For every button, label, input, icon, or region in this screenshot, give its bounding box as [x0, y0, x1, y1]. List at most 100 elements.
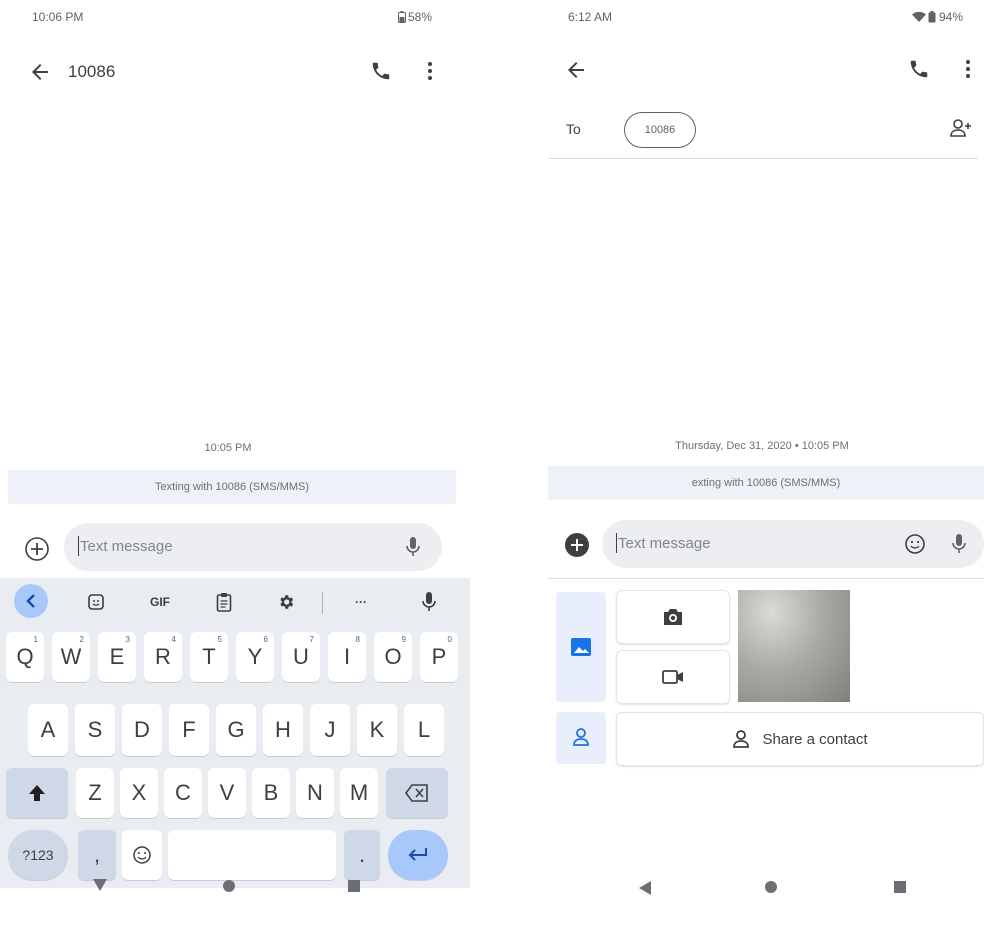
backspace-icon: [405, 784, 429, 802]
shift-key[interactable]: [6, 768, 68, 818]
key-t[interactable]: T5: [190, 632, 228, 682]
nav-recents-icon[interactable]: [894, 881, 906, 893]
message-timestamp: 10:05 PM: [204, 442, 252, 454]
microphone-icon: [422, 591, 436, 613]
key-u[interactable]: U7: [282, 632, 320, 682]
image-icon: [571, 638, 591, 656]
space-key[interactable]: [168, 830, 336, 880]
key-e[interactable]: E3: [98, 632, 136, 682]
gallery-tab[interactable]: [556, 592, 606, 702]
emoji-icon[interactable]: [904, 533, 926, 555]
text-caret: [616, 533, 617, 553]
on-screen-keyboard: GIF ··· Q1 W2 E3 R4 T5 Y6 U7 I8 O9 P0 A …: [0, 578, 470, 888]
microphone-icon[interactable]: [406, 536, 420, 558]
wifi-icon: [912, 11, 926, 23]
video-camera-icon: [662, 669, 684, 685]
to-label: To: [566, 121, 581, 137]
compose-field[interactable]: Text message: [602, 520, 984, 568]
key-h[interactable]: H: [263, 704, 303, 756]
gear-icon: [277, 593, 295, 611]
sms-banner: Texting with 10086 (SMS/MMS): [8, 470, 456, 504]
sticker-button[interactable]: [80, 582, 112, 622]
key-q[interactable]: Q1: [6, 632, 44, 682]
add-attachment-icon[interactable]: [564, 532, 590, 558]
back-arrow-icon[interactable]: [564, 58, 588, 82]
voice-typing-button[interactable]: [414, 582, 444, 622]
sticker-icon: [87, 593, 105, 611]
header-divider: [548, 158, 978, 159]
key-p[interactable]: P0: [420, 632, 458, 682]
compose-placeholder: Text message: [618, 535, 711, 552]
enter-key[interactable]: [388, 830, 448, 880]
key-o[interactable]: O9: [374, 632, 412, 682]
more-vert-icon[interactable]: [420, 60, 440, 82]
person-icon: [572, 727, 590, 747]
status-time: 6:12 AM: [568, 10, 613, 24]
key-n[interactable]: N: [296, 768, 334, 818]
share-contact-button[interactable]: Share a contact: [616, 712, 984, 766]
add-attachment-icon[interactable]: [24, 536, 50, 562]
key-v[interactable]: V: [208, 768, 246, 818]
key-y[interactable]: Y6: [236, 632, 274, 682]
key-r[interactable]: R4: [144, 632, 182, 682]
comma-key[interactable]: ,: [78, 830, 116, 880]
phone-call-icon[interactable]: [370, 60, 392, 82]
person-icon: [732, 729, 750, 749]
emoji-key[interactable]: [122, 830, 162, 880]
camera-photo-button[interactable]: [616, 590, 730, 644]
collapse-toolbar-button[interactable]: [14, 584, 48, 618]
nav-back-icon[interactable]: [92, 878, 108, 892]
message-timestamp: Thursday, Dec 31, 2020 • 10:05 PM: [675, 440, 849, 452]
nav-recents-icon[interactable]: [348, 880, 360, 892]
more-vert-icon[interactable]: [958, 58, 978, 80]
emoji-icon: [132, 845, 152, 865]
clipboard-icon: [216, 592, 232, 612]
add-person-icon[interactable]: [950, 118, 972, 138]
nav-back-icon[interactable]: [638, 880, 652, 896]
enter-arrow-icon: [407, 847, 429, 863]
right-screen: 6:12 AM 94% To 10086 Thursday, Dec 31, 2…: [540, 0, 984, 928]
share-contact-label: Share a contact: [762, 730, 868, 748]
key-k[interactable]: K: [357, 704, 397, 756]
microphone-icon[interactable]: [952, 533, 966, 555]
backspace-key[interactable]: [386, 768, 448, 818]
back-arrow-icon[interactable]: [28, 60, 52, 84]
sms-banner: exting with 10086 (SMS/MMS): [548, 466, 984, 500]
key-g[interactable]: G: [216, 704, 256, 756]
status-time: 10:06 PM: [32, 10, 84, 24]
key-s[interactable]: S: [75, 704, 115, 756]
compose-placeholder: Text message: [80, 538, 173, 555]
key-f[interactable]: F: [169, 704, 209, 756]
key-i[interactable]: I8: [328, 632, 366, 682]
status-indicators: 94%: [912, 10, 963, 24]
key-j[interactable]: J: [310, 704, 350, 756]
recipient-chip[interactable]: 10086: [624, 112, 696, 148]
symbols-key[interactable]: ?123: [8, 830, 68, 880]
gif-button[interactable]: GIF: [140, 582, 180, 622]
clipboard-button[interactable]: [208, 582, 240, 622]
key-c[interactable]: C: [164, 768, 202, 818]
key-d[interactable]: D: [122, 704, 162, 756]
contact-tab[interactable]: [556, 712, 606, 764]
key-l[interactable]: L: [404, 704, 444, 756]
key-z[interactable]: Z: [76, 768, 114, 818]
key-b[interactable]: B: [252, 768, 290, 818]
compose-field[interactable]: Text message: [64, 523, 442, 571]
key-x[interactable]: X: [120, 768, 158, 818]
gallery-photo-thumbnail[interactable]: [738, 590, 850, 702]
battery-icon: [928, 11, 936, 23]
more-options-button[interactable]: ···: [344, 582, 378, 622]
video-record-button[interactable]: [616, 650, 730, 704]
key-m[interactable]: M: [340, 768, 378, 818]
key-w[interactable]: W2: [52, 632, 90, 682]
nav-home-icon[interactable]: [764, 880, 778, 894]
shift-icon: [27, 783, 47, 803]
period-key[interactable]: .: [344, 830, 380, 880]
battery-level: 58%: [408, 10, 433, 24]
key-a[interactable]: A: [28, 704, 68, 756]
phone-call-icon[interactable]: [908, 58, 930, 80]
chevron-left-icon: [25, 594, 37, 608]
battery-level: 94%: [939, 10, 964, 24]
nav-home-icon[interactable]: [222, 879, 236, 893]
settings-button[interactable]: [270, 582, 302, 622]
